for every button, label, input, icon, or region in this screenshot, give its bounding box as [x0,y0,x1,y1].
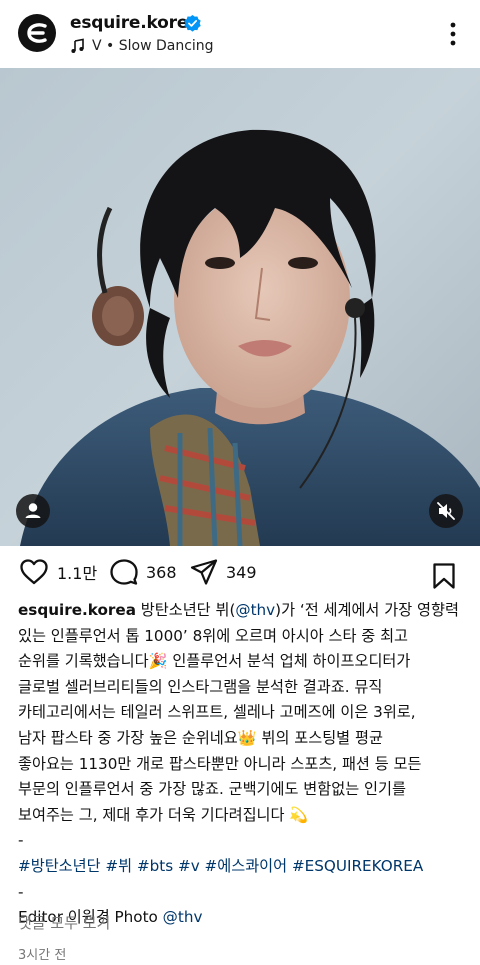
comment-bubble-icon [110,559,138,585]
share-button[interactable]: 349 [190,558,257,586]
caption-text: )가 ‘전 세계에서 가장 영향력 [275,601,459,619]
hashtags[interactable]: #방탄소년단 #뷔 #bts #v #에스콰이어 #ESQUIREKOREA [18,854,468,880]
portrait-illustration [0,68,480,546]
like-count: 1.1만 [57,564,98,583]
post-photo[interactable] [0,68,480,546]
caption-line: 부문의 인플루언서 중 가장 많죠. 군백기에도 변함없는 인기를 [18,780,406,799]
comment-count: 368 [146,562,177,582]
more-vertical-icon[interactable] [441,20,465,48]
muted-speaker-icon [437,502,455,520]
caption-line: 순위를 기록했습니다🎉 인플루언서 분석 업체 하이프오디터가 [18,652,411,671]
post-header: esquire.korea V • Slow Dancing [0,0,480,68]
like-button[interactable]: 1.1만 [19,558,97,586]
profile-avatar[interactable] [18,14,56,52]
caption-line: 좋아요는 1130만 개로 팝스타뿐만 아니라 스포츠, 패션 등 모든 [18,754,422,773]
caption-line: 글로벌 셀러브리티들의 인스타그램을 분석한 결과죠. 뮤직 [18,677,383,696]
caption-line: 있는 인플루언서 톱 1000’ 8위에 오르며 아시아 스타 중 최고 [18,626,409,645]
post-caption: esquire.korea 방탄소년단 뷔(@thv)가 ‘전 세계에서 가장 … [18,598,468,931]
tagged-users-button[interactable] [16,494,50,528]
post-username[interactable]: esquire.korea [70,13,200,33]
view-all-comments-link[interactable]: 댓글 모두 보기 [18,912,110,933]
caption-line: 카테고리에서는 테일러 스위프트, 셀레나 고메즈에 이은 3위로, [18,703,416,722]
caption-divider: - [18,882,24,901]
mute-toggle-button[interactable] [429,494,463,528]
caption-line: 보여주는 그, 제대 후가 더욱 기다려집니다 💫 [18,805,309,824]
bookmark-icon[interactable] [431,562,457,590]
caption-divider: - [18,831,24,850]
comment-button[interactable]: 368 [110,558,177,586]
music-info[interactable]: V • Slow Dancing [70,38,214,54]
caption-line: 남자 팝스타 중 가장 높은 순위네요👑 뷔의 포스팅별 평균 [18,728,383,747]
photo-credit-link[interactable]: @thv [163,908,203,926]
caption-username[interactable]: esquire.korea [18,601,136,619]
heart-icon [20,559,48,585]
verified-badge-icon [184,14,201,32]
post-timestamp: 3시간 전 [18,948,67,963]
paper-plane-icon [190,559,218,585]
music-label: V • Slow Dancing [92,38,214,54]
share-count: 349 [226,562,257,582]
caption-line: esquire.korea 방탄소년단 뷔(@thv)가 ‘전 세계에서 가장 … [18,598,468,624]
post-action-bar: 1.1만 368 349 [0,558,480,594]
user-tag-icon [25,503,41,518]
caption-text: 방탄소년단 뷔( [140,601,236,619]
music-note-icon [71,38,84,53]
mention-link[interactable]: @thv [235,601,275,619]
esquire-logo-icon [27,23,47,43]
